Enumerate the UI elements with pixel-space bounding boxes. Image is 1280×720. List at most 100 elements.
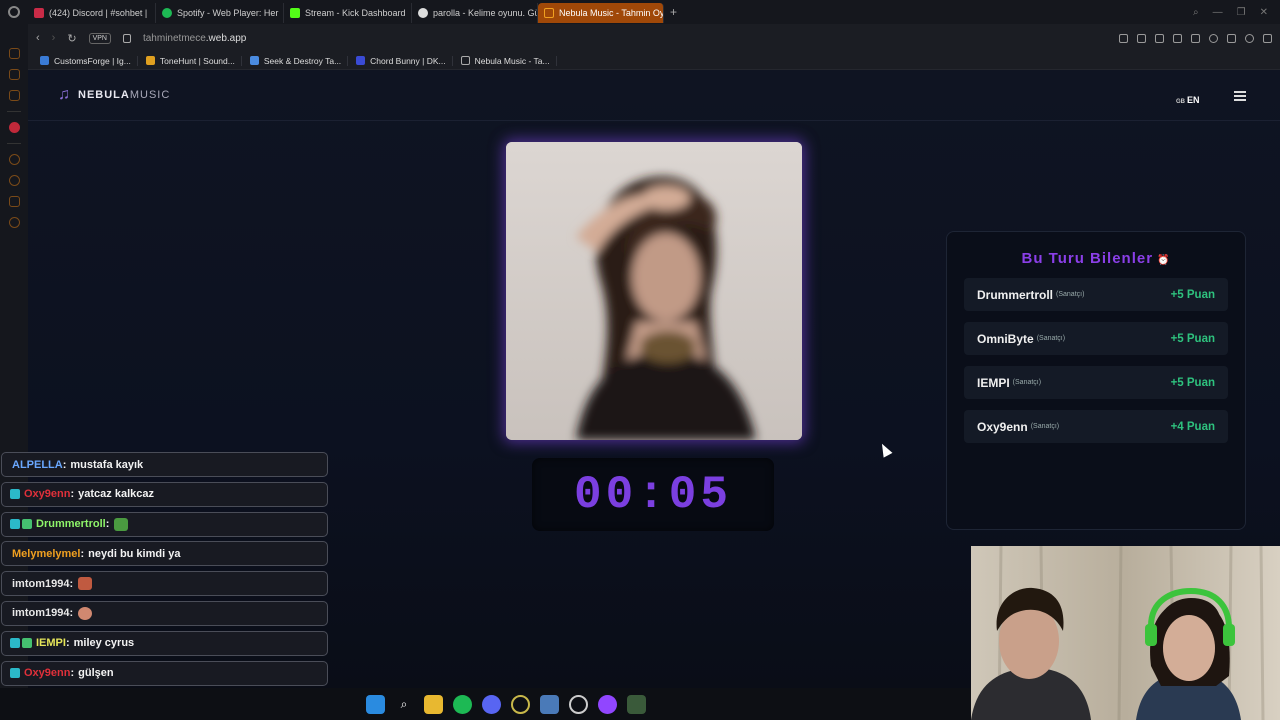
panel-title: Bu Turu Bilenler ⏰ (1021, 250, 1171, 267)
emote-icon (78, 606, 93, 620)
extensions-icon[interactable] (8, 196, 20, 207)
url-field[interactable]: tahminetmece.web.app (143, 33, 246, 44)
address-actions (1119, 33, 1272, 43)
chat-username: IEMPI (36, 637, 66, 650)
moderator-badge-icon (10, 638, 20, 649)
chat-username: Drummertroll (36, 518, 106, 531)
tab-parolla[interactable]: parolla - Kelime oyunu. Gü (412, 3, 538, 23)
heart-icon[interactable] (1209, 33, 1218, 43)
screen: (424) Discord | #sohbet | Spotify - Web … (0, 0, 1280, 720)
chat-message: Melymelymel : neydi bu kimdi ya (1, 541, 328, 567)
sidebar-divider (7, 143, 21, 144)
bookmark-customsforge[interactable]: CustomsForge | Ig... (34, 55, 138, 66)
bookmark-nebula-music[interactable]: Nebula Music - Ta... (455, 55, 557, 66)
gb-flag-icon: GB (1176, 99, 1185, 105)
mouse-cursor-icon (877, 441, 893, 458)
puzzle-icon[interactable] (1227, 33, 1236, 43)
chat-message: imtom1994 : (1, 571, 328, 597)
winner-row: IEMPI (Sanatçı) +5 Puan (964, 366, 1228, 399)
tab-nebula-music[interactable]: Nebula Music - Tahmin Oy (538, 3, 664, 23)
profile-icon[interactable] (1245, 33, 1254, 43)
subscriber-badge-icon (10, 489, 20, 500)
browser-tab-bar: (424) Discord | #sohbet | Spotify - Web … (0, 0, 1280, 24)
chat-message: imtom1994 : (1, 600, 328, 626)
settings-icon[interactable] (8, 217, 20, 228)
kick-icon (290, 8, 300, 18)
tab-spotify[interactable]: Spotify - Web Player: Her (156, 3, 284, 23)
emote-icon (78, 577, 93, 591)
file-explorer-icon[interactable] (423, 694, 443, 714)
chat-username: Oxy9enn (24, 667, 71, 680)
bookmark-icon[interactable] (1119, 33, 1128, 43)
workspace-icon[interactable] (8, 48, 20, 59)
spotify-icon (162, 8, 172, 18)
translate-icon[interactable] (1173, 33, 1182, 43)
round-winners-panel: Bu Turu Bilenler ⏰ Drummertroll (Sanatçı) +… (946, 231, 1246, 530)
hamburger-menu-icon[interactable] (1234, 91, 1246, 101)
search-tabs-icon[interactable]: ⌕ (1193, 7, 1199, 18)
webcam-feed (971, 546, 1280, 720)
chat-message: Drummertroll : (1, 511, 328, 537)
history-icon[interactable] (8, 175, 20, 186)
new-tab-button[interactable]: + (664, 5, 683, 19)
chat-username: Melymelymel (12, 547, 81, 560)
bookmark-chord-bunny[interactable]: Chord Bunny | DK... (350, 55, 453, 66)
chat-text: gülşen (78, 667, 114, 680)
play-icon[interactable] (1191, 33, 1200, 43)
forward-icon[interactable]: › (52, 32, 56, 44)
winner-row: Oxy9enn (Sanatçı) +4 Puan (964, 410, 1228, 443)
speed-dial-icon[interactable] (8, 154, 20, 165)
bookmark-favicon-icon (356, 56, 366, 65)
shield-icon[interactable] (1155, 33, 1164, 43)
alarm-clock-icon: ⏰ (1157, 255, 1171, 266)
bookmarks-bar: CustomsForge | Ig... ToneHunt | Sound...… (28, 52, 1280, 70)
music-note-icon: ♫ (58, 86, 70, 103)
stream-chat-overlay: ALPELLA : mustafa kayık Oxy9enn : yatcaz k… (1, 452, 328, 690)
music-icon[interactable] (8, 90, 20, 101)
discord-icon (34, 8, 44, 18)
restore-icon[interactable]: ❐ (1237, 7, 1246, 18)
recording-icon[interactable] (8, 122, 20, 133)
chat-message: Oxy9enn : yatcaz kalkcaz (1, 481, 328, 507)
twitch-icon[interactable] (597, 694, 617, 714)
opera-icon[interactable] (510, 694, 530, 714)
language-selector[interactable]: GB EN (1176, 95, 1200, 105)
discord-icon[interactable] (481, 694, 501, 714)
page-icon (544, 8, 554, 18)
window-controls: ⌕ — ❐ ✕ (1193, 7, 1280, 18)
close-icon[interactable]: ✕ (1260, 7, 1268, 18)
moderator-badge-icon (10, 519, 20, 530)
chat-text: neydi bu kimdi ya (88, 547, 181, 560)
lock-icon[interactable] (122, 33, 131, 43)
bookmark-seek-destroy[interactable]: Seek & Destroy Ta... (244, 55, 349, 66)
windows-taskbar: ⌕ (0, 688, 971, 720)
windows-start-icon[interactable] (365, 694, 385, 714)
chat-message: ALPELLA : mustafa kayık (1, 452, 328, 477)
app2-icon[interactable] (626, 694, 646, 714)
winner-row: OmniByte (Sanatçı) +5 Puan (964, 322, 1228, 355)
parolla-icon (418, 8, 428, 18)
obs-icon[interactable] (568, 694, 588, 714)
sidebar-divider (7, 111, 21, 112)
minimize-icon[interactable]: — (1213, 7, 1223, 18)
reload-icon[interactable]: ↻ (67, 32, 76, 45)
vpn-badge[interactable]: VPN (88, 32, 111, 44)
app-logo[interactable]: NEBULAMUSIC (78, 89, 170, 101)
back-icon[interactable]: ‹ (36, 32, 40, 44)
app-icon[interactable] (539, 694, 559, 714)
menu-icon[interactable] (1263, 33, 1272, 43)
bookmark-tonehunt[interactable]: ToneHunt | Sound... (140, 55, 242, 66)
snapshot-icon[interactable] (1137, 33, 1146, 43)
opera-logo-icon[interactable] (0, 0, 28, 24)
tab-kick[interactable]: Stream - Kick Dashboard (284, 3, 412, 23)
messenger-icon[interactable] (8, 69, 20, 80)
search-icon[interactable]: ⌕ (395, 695, 414, 714)
bookmark-favicon-icon (249, 56, 259, 65)
subscriber-badge-icon (22, 519, 32, 530)
chat-username: imtom1994 (12, 607, 70, 620)
emote-icon (114, 517, 129, 531)
address-bar: ‹ › ↻ VPN tahminetmece.web.app (28, 24, 1280, 52)
tab-discord[interactable]: (424) Discord | #sohbet | (28, 3, 156, 23)
bookmark-favicon-icon (40, 56, 49, 65)
spotify-icon[interactable] (452, 694, 472, 714)
